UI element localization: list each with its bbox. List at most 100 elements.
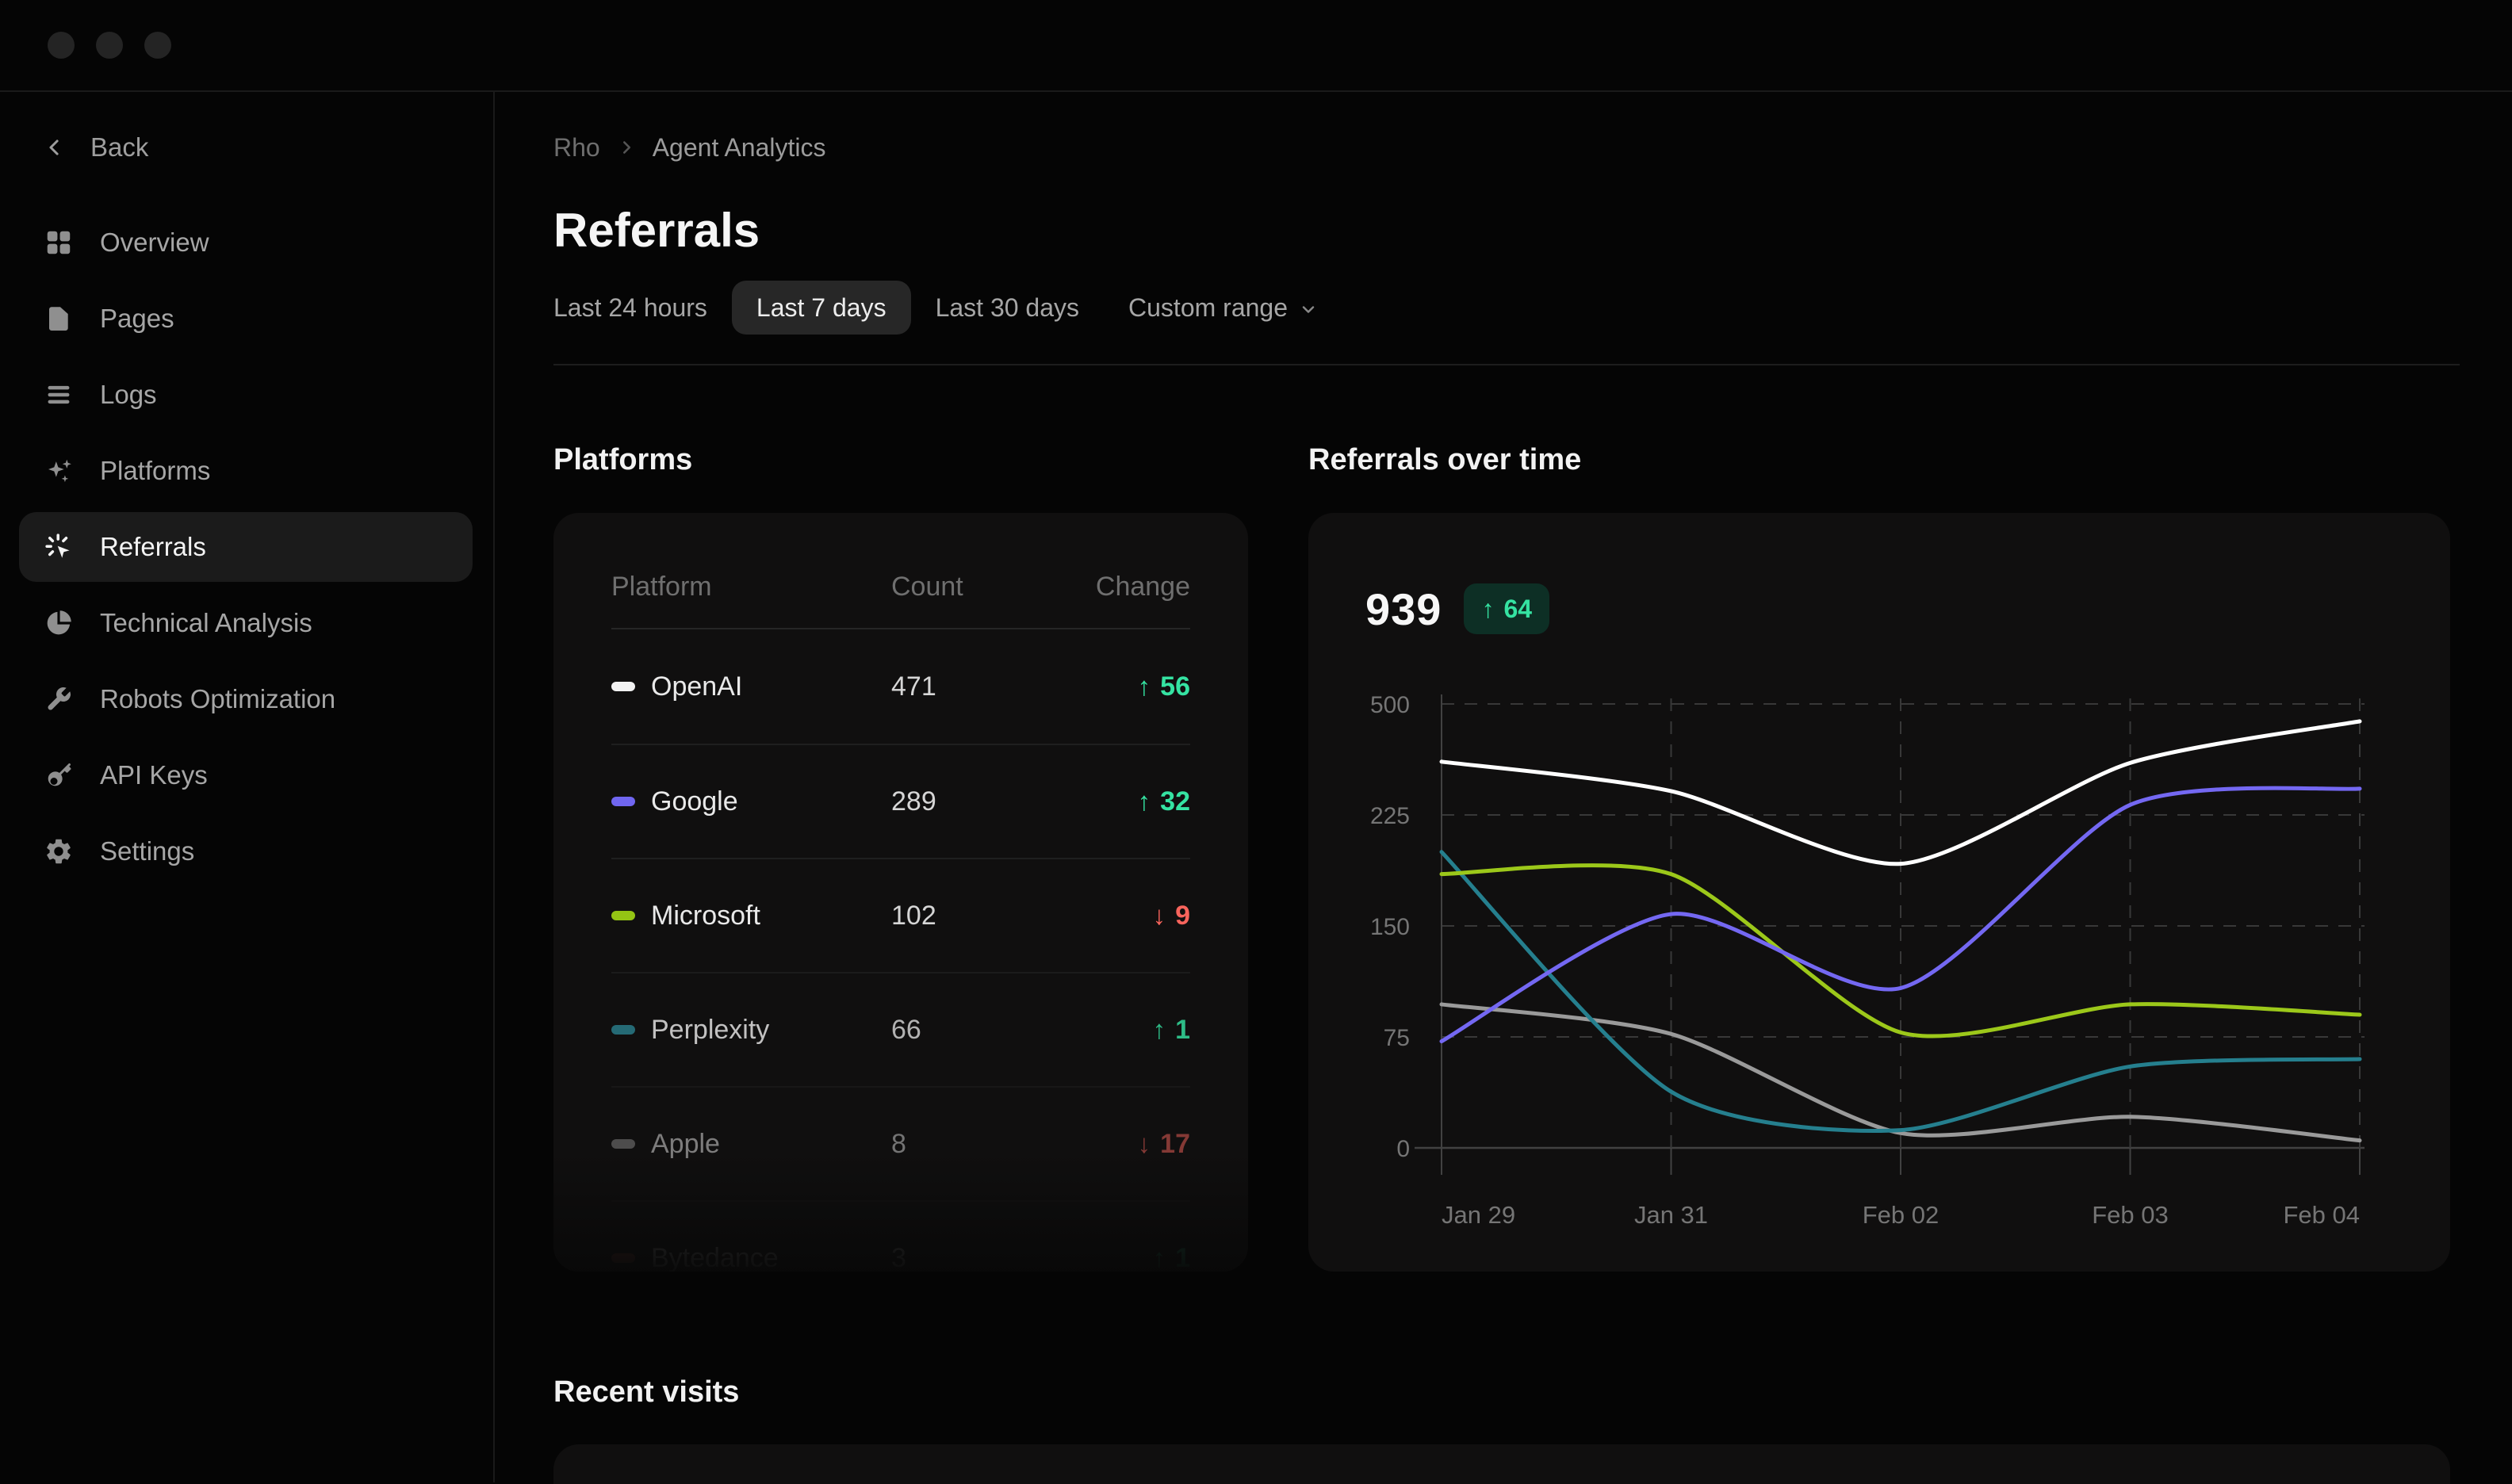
window-control-dot[interactable]	[96, 32, 123, 59]
window-control-dot[interactable]	[144, 32, 171, 59]
platform-name-cell: Google	[611, 786, 891, 817]
referrals-over-time-heading: Referrals over time	[1308, 443, 1582, 476]
table-row[interactable]: OpenAI 471 ↑ 56	[611, 629, 1190, 744]
table-row[interactable]: Apple 8 ↓ 17	[611, 1086, 1190, 1200]
sidebar-item-api-keys[interactable]: API Keys	[19, 740, 473, 810]
platform-name: Google	[651, 786, 738, 817]
wrench-icon	[43, 683, 75, 715]
change-value: 1	[1175, 1014, 1190, 1045]
svg-text:Feb 03: Feb 03	[2092, 1201, 2169, 1229]
table-row[interactable]: Google 289 ↑ 32	[611, 744, 1190, 858]
svg-text:150: 150	[1370, 914, 1410, 940]
chart-stat-row: 939 ↑ 64	[1365, 583, 2450, 635]
tab-last-24-hours[interactable]: Last 24 hours	[529, 281, 732, 335]
sidebar-nav: Overview Pages Logs Platforms Referrals …	[19, 208, 473, 886]
key-icon	[43, 759, 75, 791]
platform-color-pill-icon	[611, 1025, 635, 1035]
arrow-up-icon: ↑	[1152, 1243, 1166, 1272]
tab-last-7-days[interactable]: Last 7 days	[731, 281, 911, 335]
arrow-up-icon: ↑	[1481, 594, 1495, 623]
sidebar: Back Overview Pages Logs Platforms Refer…	[0, 92, 495, 1482]
window-control-dot[interactable]	[48, 32, 75, 59]
custom-range-dropdown[interactable]: Custom range	[1104, 281, 1342, 335]
header-divider	[553, 364, 2460, 365]
platform-name: OpenAI	[651, 671, 743, 702]
back-button[interactable]: Back	[19, 124, 473, 171]
referrals-over-time-section: Referrals over time 939 ↑ 64 0 75 150 225 50…	[1308, 442, 2450, 1272]
svg-text:75: 75	[1384, 1025, 1410, 1051]
list-icon	[43, 379, 75, 411]
sidebar-item-settings[interactable]: Settings	[19, 817, 473, 886]
sidebar-item-referrals[interactable]: Referrals	[19, 512, 473, 582]
sidebar-item-label: Platforms	[100, 456, 211, 485]
platform-color-pill-icon	[611, 797, 635, 806]
platform-change: ↓ 9	[1016, 901, 1190, 931]
platform-name-cell: Apple	[611, 1129, 891, 1160]
pie-chart-icon	[43, 607, 75, 639]
arrow-up-icon: ↑	[1152, 1015, 1166, 1044]
svg-text:500: 500	[1370, 692, 1410, 718]
sparkles-icon	[43, 455, 75, 487]
platform-name-cell: Bytedance	[611, 1243, 891, 1272]
platform-change: ↑ 32	[1016, 786, 1190, 817]
gear-icon	[43, 836, 75, 867]
platform-count: 102	[891, 900, 936, 931]
custom-range-label: Custom range	[1128, 293, 1288, 322]
platform-name: Apple	[651, 1128, 720, 1159]
recent-visits-heading: Recent visits	[553, 1375, 740, 1409]
platforms-table-header: Platform Count Change	[611, 513, 1190, 629]
change-value: 1	[1175, 1242, 1190, 1272]
platform-color-pill-icon	[611, 1139, 635, 1149]
tab-last-30-days[interactable]: Last 30 days	[911, 281, 1104, 335]
table-row[interactable]: Microsoft 102 ↓ 9	[611, 858, 1190, 972]
platform-change: ↑ 56	[1016, 671, 1190, 702]
sidebar-item-overview[interactable]: Overview	[19, 208, 473, 277]
svg-text:Feb 04: Feb 04	[2283, 1201, 2360, 1229]
sidebar-item-logs[interactable]: Logs	[19, 360, 473, 430]
arrow-up-icon: ↑	[1137, 671, 1151, 701]
column-header-count: Count	[891, 572, 963, 602]
sidebar-item-robots-optimization[interactable]: Robots Optimization	[19, 664, 473, 734]
sidebar-item-pages[interactable]: Pages	[19, 284, 473, 354]
platform-color-pill-icon	[611, 682, 635, 691]
referrals-chart-card: 939 ↑ 64 0 75 150 225 500 Jan 29 Jan 31 Feb 02 F…	[1308, 513, 2450, 1272]
platform-change: ↑ 1	[1016, 1243, 1190, 1272]
file-icon	[43, 303, 75, 335]
change-value: 56	[1160, 671, 1190, 702]
delta-badge: ↑ 64	[1464, 583, 1550, 634]
sidebar-item-label: Settings	[100, 836, 195, 866]
svg-text:225: 225	[1370, 803, 1410, 829]
platform-count: 3	[891, 1242, 906, 1272]
delta-value: 64	[1503, 594, 1533, 623]
change-value: 17	[1160, 1128, 1190, 1159]
sidebar-item-technical-analysis[interactable]: Technical Analysis	[19, 588, 473, 658]
platform-count: 289	[891, 786, 936, 817]
table-row[interactable]: Bytedance 3 ↑ 1	[611, 1200, 1190, 1272]
platform-name: Microsoft	[651, 900, 760, 931]
change-value: 9	[1175, 900, 1190, 931]
sidebar-item-platforms[interactable]: Platforms	[19, 436, 473, 506]
referrals-line-chart: 0 75 150 225 500 Jan 29 Jan 31 Feb 02 Feb 03 Feb …	[1370, 692, 2365, 1229]
time-range-tabs: Last 24 hours Last 7 days Last 30 days C…	[529, 281, 2512, 335]
recent-visits-card	[553, 1444, 2450, 1484]
arrow-up-icon: ↑	[1137, 786, 1151, 816]
chevron-down-icon	[1302, 306, 1315, 313]
platforms-table-body: OpenAI 471 ↑ 56 Google 289 ↑ 32 Microsoft 102 ↓ 9 Pe…	[611, 629, 1190, 1272]
platform-name-cell: OpenAI	[611, 671, 891, 702]
platform-color-pill-icon	[611, 1253, 635, 1263]
total-referrals-value: 939	[1365, 583, 1442, 634]
arrow-down-icon: ↓	[1137, 1129, 1151, 1158]
sidebar-item-label: Logs	[100, 380, 157, 409]
table-row[interactable]: Perplexity 66 ↑ 1	[611, 972, 1190, 1086]
back-label: Back	[90, 132, 149, 162]
sidebar-item-label: Technical Analysis	[100, 608, 312, 637]
arrow-down-icon: ↓	[1152, 901, 1166, 930]
platform-name: Perplexity	[651, 1014, 770, 1045]
sidebar-item-label: Pages	[100, 304, 174, 333]
chevron-right-icon	[622, 141, 630, 154]
platform-count: 66	[891, 1014, 921, 1045]
column-header-platform: Platform	[611, 572, 712, 602]
sidebar-item-label: Referrals	[100, 532, 206, 561]
breadcrumb-parent[interactable]: Rho	[553, 133, 600, 163]
breadcrumb-current[interactable]: Agent Analytics	[653, 133, 826, 163]
